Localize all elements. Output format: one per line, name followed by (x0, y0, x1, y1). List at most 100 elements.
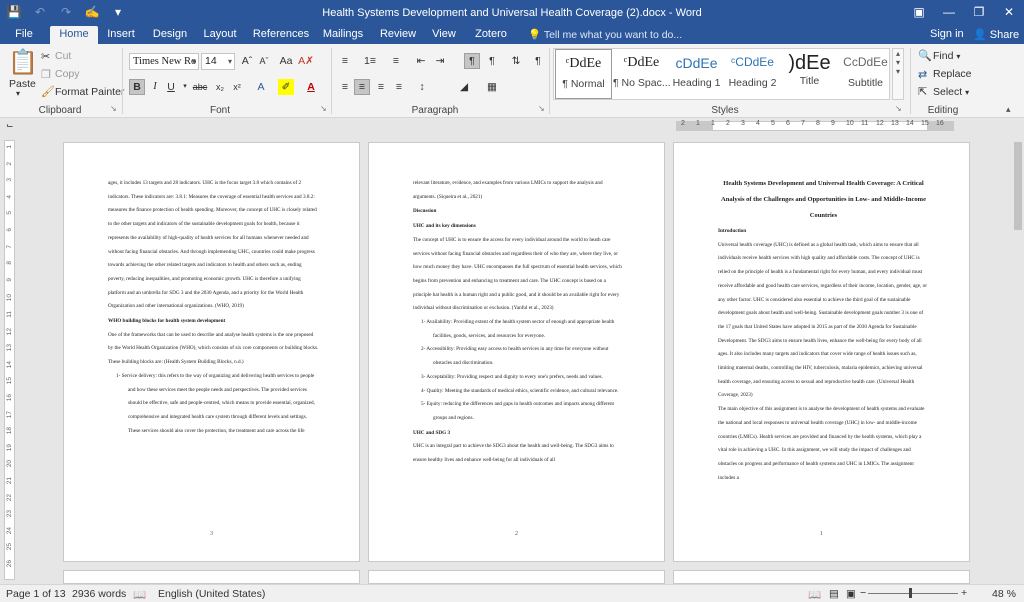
close-icon[interactable]: ✕ (994, 0, 1024, 26)
align-left-icon[interactable]: ≡ (337, 79, 353, 95)
proofing-icon[interactable]: 📖 (133, 588, 146, 601)
select-icon[interactable]: ⇱ (918, 85, 927, 98)
web-layout-icon[interactable]: ▣ (846, 588, 856, 600)
borders-icon[interactable]: ▦ (484, 79, 500, 95)
print-layout-icon[interactable]: ▤ (829, 588, 839, 600)
zoom-level[interactable]: 48 % (992, 588, 1016, 600)
grow-font-icon[interactable]: Aˆ (239, 53, 255, 69)
style-title[interactable]: )dEe Title (781, 49, 838, 99)
shading-icon[interactable]: ◢ (456, 79, 472, 95)
tab-design[interactable]: Design (149, 26, 191, 44)
paste-dropdown-icon[interactable]: ▾ (16, 89, 20, 98)
zoom-slider-thumb[interactable] (909, 588, 912, 598)
style-heading-2[interactable]: ᶜCDdEe Heading 2 (724, 49, 781, 99)
strikethrough-icon[interactable]: abc (192, 79, 208, 95)
font-size-combo[interactable]: 14 ▾ (201, 53, 235, 70)
tab-selector-icon[interactable]: ⌙ (6, 120, 14, 131)
increase-indent-icon[interactable]: ⇥ (432, 53, 448, 69)
tab-home[interactable]: Home (50, 26, 98, 44)
page-2[interactable]: relevant literature, evidence, and examp… (368, 142, 665, 562)
ribbon-display-options-icon[interactable]: ▣ (904, 0, 934, 26)
replace-button[interactable]: Replace (933, 68, 972, 80)
zoom-out-icon[interactable]: − (860, 587, 866, 599)
format-painter-button[interactable]: Format Painter (55, 86, 124, 98)
tab-file[interactable]: File (8, 26, 40, 44)
page-body[interactable]: Health Systems Development and Universal… (718, 176, 929, 485)
bullets-icon[interactable]: ≡ (337, 53, 353, 69)
replace-icon[interactable]: ⇄ (918, 68, 927, 81)
sort-icon[interactable]: ⇅ (508, 53, 524, 69)
left-to-right-icon[interactable]: ¶ (464, 53, 480, 69)
find-icon[interactable]: 🔍 (918, 49, 932, 62)
bold-icon[interactable]: B (129, 79, 145, 95)
right-to-left-icon[interactable]: ¶ (484, 53, 500, 69)
collapse-ribbon-icon[interactable]: ▴ (1006, 104, 1011, 115)
page-3[interactable]: ages, it includes 13 targets and 28 indi… (63, 142, 360, 562)
page-count[interactable]: Page 1 of 13 (6, 588, 66, 600)
language[interactable]: English (United States) (158, 588, 265, 600)
italic-icon[interactable]: I (147, 79, 163, 95)
page-1[interactable]: Health Systems Development and Universal… (673, 142, 970, 562)
styles-scroll[interactable]: ▴ ▾ ▾ (892, 48, 904, 100)
zoom-in-icon[interactable]: + (961, 587, 967, 599)
style-subtitle[interactable]: CcDdEe Subtitle (837, 49, 894, 99)
page-next[interactable] (368, 570, 665, 584)
restore-icon[interactable]: ❐ (964, 0, 994, 26)
numbering-icon[interactable]: ​1≡ (362, 53, 378, 69)
tab-mailings[interactable]: Mailings (320, 26, 366, 44)
sign-in-link[interactable]: Sign in (930, 28, 964, 40)
align-right-icon[interactable]: ≡ (373, 79, 389, 95)
justify-icon[interactable]: ≡ (391, 79, 407, 95)
paste-icon[interactable]: 📋 (8, 48, 38, 78)
style-heading-1[interactable]: cDdEe Heading 1 (668, 49, 725, 99)
scrollbar-thumb[interactable] (1014, 142, 1022, 230)
tell-me-search[interactable]: 💡 Tell me what you want to do... (528, 28, 682, 41)
minimize-icon[interactable]: — (934, 0, 964, 26)
font-launcher-icon[interactable]: ↘ (320, 104, 327, 113)
subscript-icon[interactable]: x₂ (212, 79, 228, 95)
copy-icon[interactable]: ❐ (41, 68, 51, 81)
horizontal-ruler[interactable]: 2 1 1 2 3 4 5 6 7 8 9 10 11 12 13 14 15 16 (676, 120, 954, 131)
text-effects-icon[interactable]: A (253, 79, 269, 95)
tab-layout[interactable]: Layout (199, 26, 241, 44)
multilevel-list-icon[interactable]: ≡ (388, 53, 404, 69)
font-name-combo[interactable]: Times New Ro ▾ (129, 53, 199, 70)
vertical-scrollbar[interactable] (1012, 134, 1024, 584)
highlight-color-icon[interactable]: ✐ (278, 79, 294, 95)
select-button[interactable]: Select ▾ (933, 86, 969, 98)
style-no-spacing[interactable]: ᶜDdEe ¶ No Spac... (613, 49, 671, 99)
more-styles-icon[interactable]: ▾ (893, 67, 903, 76)
font-color-icon[interactable]: A (303, 79, 319, 95)
chevron-up-icon[interactable]: ▴ (893, 49, 903, 58)
page-next[interactable] (63, 570, 360, 584)
chevron-down-icon[interactable]: ▾ (893, 58, 903, 67)
paste-button[interactable]: Paste (9, 78, 36, 90)
decrease-indent-icon[interactable]: ⇤ (413, 53, 429, 69)
format-painter-icon[interactable]: 🖌 (41, 85, 55, 98)
clear-formatting-icon[interactable]: A✗ (298, 53, 314, 69)
page-body[interactable]: relevant literature, evidence, and examp… (413, 177, 624, 468)
superscript-icon[interactable]: x² (229, 79, 245, 95)
share-button[interactable]: 👤 Share (973, 28, 1019, 41)
line-spacing-icon[interactable]: ↕ (414, 79, 430, 95)
find-button[interactable]: Find ▾ (933, 50, 960, 62)
style-normal[interactable]: ᶜDdEe ¶ Normal (555, 49, 612, 99)
page-body[interactable]: ages, it includes 13 targets and 28 indi… (108, 177, 319, 438)
underline-dropdown-icon[interactable]: ▾ (177, 79, 193, 95)
tab-references[interactable]: References (250, 26, 312, 44)
cut-button[interactable]: Cut (55, 50, 71, 62)
page-next[interactable] (673, 570, 970, 584)
zoom-slider[interactable] (868, 593, 958, 594)
word-count[interactable]: 2936 words (72, 588, 126, 600)
change-case-icon[interactable]: Aa (278, 53, 294, 69)
read-mode-icon[interactable]: 📖 (808, 588, 821, 601)
tab-zotero[interactable]: Zotero (470, 26, 512, 44)
align-center-icon[interactable]: ≡ (354, 79, 370, 95)
tab-view[interactable]: View (428, 26, 460, 44)
show-formatting-marks-icon[interactable]: ¶ (530, 53, 546, 69)
tab-review[interactable]: Review (378, 26, 418, 44)
paragraph-launcher-icon[interactable]: ↘ (538, 104, 545, 113)
copy-button[interactable]: Copy (55, 68, 80, 80)
styles-launcher-icon[interactable]: ↘ (895, 104, 902, 113)
cut-icon[interactable]: ✂ (41, 50, 50, 63)
